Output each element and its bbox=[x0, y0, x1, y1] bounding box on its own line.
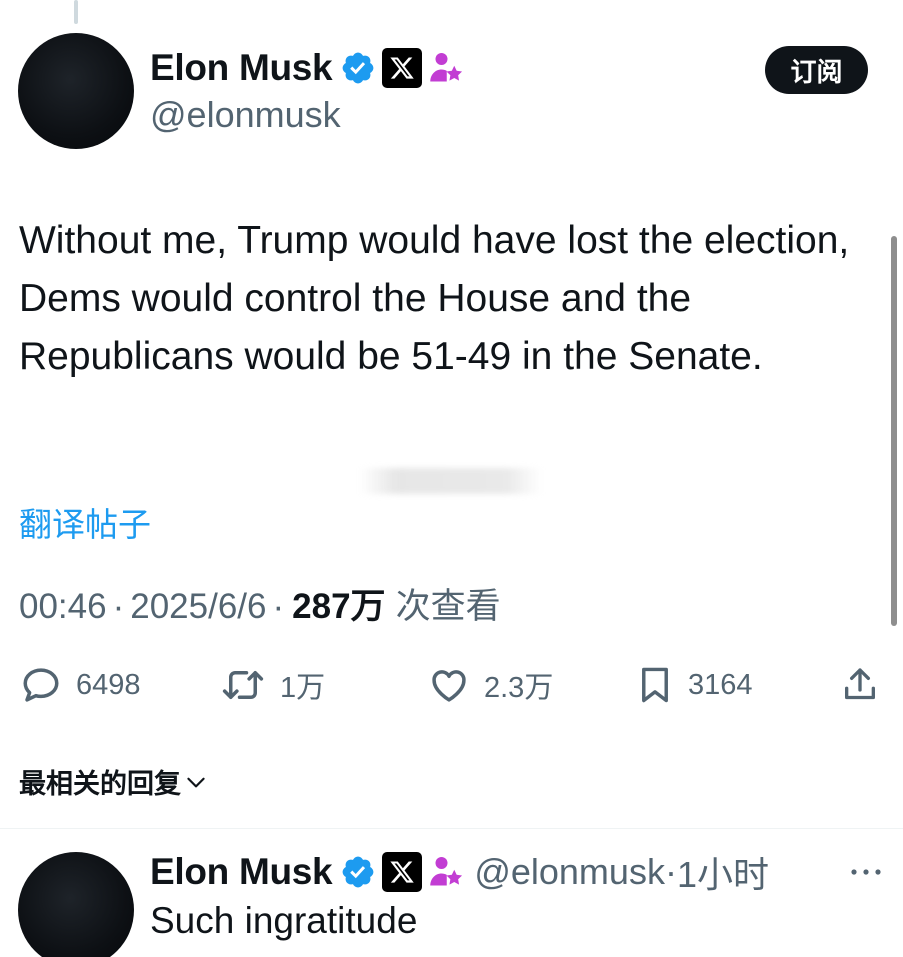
meta-separator: · bbox=[112, 587, 125, 626]
reply-name-row: Elon Musk @elonmusk · 1小时 bbox=[150, 848, 769, 896]
author-handle[interactable]: @elonmusk bbox=[150, 94, 341, 136]
reply-text: Such ingratitude bbox=[150, 900, 418, 941]
post-time[interactable]: 00:46 bbox=[19, 587, 107, 627]
reply-icon bbox=[23, 668, 59, 702]
subscribe-button[interactable]: 订阅 bbox=[765, 46, 868, 94]
like-icon bbox=[432, 670, 466, 702]
post-detail-page: Elon Musk @elonmusk 订阅 Without me, Trump… bbox=[0, 0, 903, 957]
like-count: 2.3万 bbox=[484, 672, 554, 704]
bookmark-icon bbox=[642, 667, 668, 703]
post-date[interactable]: 2025/6/6 bbox=[130, 587, 266, 627]
verified-badge-icon[interactable] bbox=[340, 854, 376, 890]
post-text: Without me, Trump would have lost the el… bbox=[19, 219, 850, 378]
repost-count: 1万 bbox=[280, 672, 326, 704]
affiliate-person-star-icon[interactable] bbox=[428, 854, 464, 890]
meta-separator: · bbox=[272, 587, 285, 626]
author-name-row: Elon Musk bbox=[150, 44, 464, 92]
bookmark-count: 3164 bbox=[688, 668, 753, 701]
affiliate-person-star-icon[interactable] bbox=[428, 50, 464, 86]
reply-author-display-name[interactable]: Elon Musk bbox=[150, 851, 333, 893]
bookmark-button[interactable]: 3164 bbox=[636, 658, 753, 712]
reply-count: 6498 bbox=[76, 668, 141, 701]
x-affiliation-icon[interactable] bbox=[382, 852, 423, 892]
views-count: 287万 bbox=[292, 587, 386, 626]
reply-timestamp[interactable]: 1小时 bbox=[677, 846, 769, 898]
watermark-blur bbox=[360, 468, 542, 494]
retweet-icon bbox=[222, 671, 264, 699]
reply-author-avatar[interactable] bbox=[18, 852, 134, 957]
thread-connector-line bbox=[74, 0, 78, 24]
verified-badge-icon[interactable] bbox=[340, 50, 376, 86]
author-avatar[interactable] bbox=[18, 33, 134, 149]
reply-button[interactable]: 6498 bbox=[20, 658, 141, 712]
x-affiliation-icon[interactable] bbox=[382, 48, 423, 88]
repost-button[interactable]: 1万 bbox=[220, 658, 325, 712]
share-icon bbox=[845, 668, 875, 700]
reply-author-handle[interactable]: @elonmusk bbox=[474, 851, 665, 893]
scrollbar[interactable] bbox=[891, 236, 897, 626]
action-bar: 6498 1万 2.3万 3164 bbox=[0, 658, 903, 712]
author-display-name[interactable]: Elon Musk bbox=[150, 47, 333, 89]
post-metadata: 00:46 · 2025/6/6 · 287万 次查看 bbox=[19, 578, 501, 629]
more-icon[interactable] bbox=[848, 860, 884, 884]
views-label: 次查看 bbox=[395, 587, 501, 626]
section-divider bbox=[0, 828, 903, 829]
share-button[interactable] bbox=[840, 658, 880, 712]
sort-label: 最相关的回复 bbox=[19, 769, 181, 799]
translate-post-link[interactable]: 翻译帖子 bbox=[19, 498, 151, 546]
chevron-down-icon bbox=[187, 777, 205, 787]
sort-replies-dropdown[interactable]: 最相关的回复 bbox=[19, 762, 209, 801]
like-button[interactable]: 2.3万 bbox=[428, 658, 553, 712]
reply-separator: · bbox=[664, 851, 677, 892]
